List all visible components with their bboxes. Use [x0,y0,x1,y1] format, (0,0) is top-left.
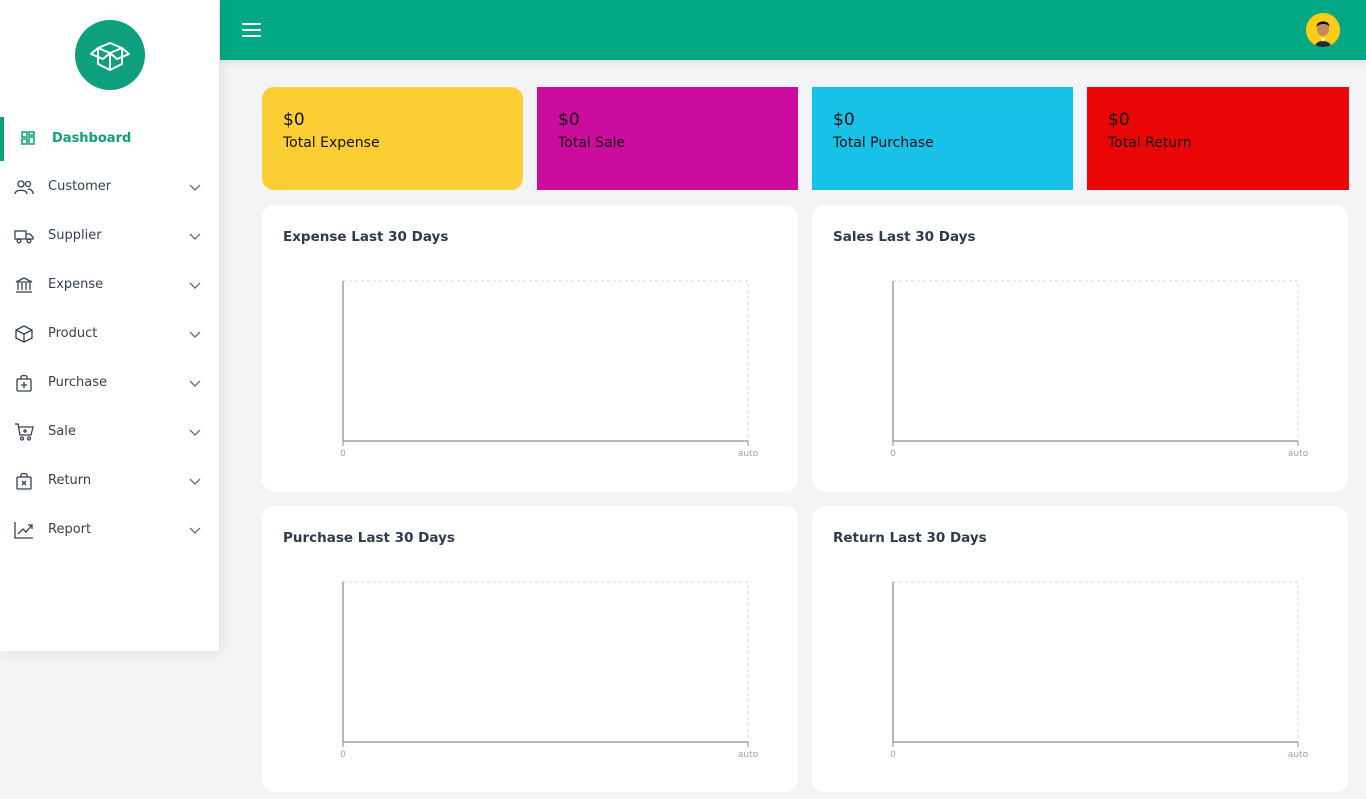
stat-amount: $0 [558,110,580,130]
user-avatar-image [1306,13,1340,47]
stat-label: Total Purchase [833,135,934,151]
active-indicator [0,117,4,161]
chevron-down-icon [189,331,201,338]
chart-card-return: Return Last 30 Days 0 auto [812,506,1348,792]
sidebar-item-label: Sale [48,424,76,439]
x-tick-label: auto [738,449,759,459]
bag-plus-icon [14,373,34,393]
bag-x-icon [14,471,34,491]
user-avatar[interactable] [1306,13,1340,47]
sidebar-item-label: Purchase [48,375,108,390]
x-tick-label: auto [738,750,759,760]
truck-icon [14,226,34,246]
sidebar-item-dashboard[interactable]: Dashboard [0,114,219,162]
sidebar-item-label: Product [48,326,98,341]
sidebar-item-product[interactable]: Product [0,309,219,358]
chevron-down-icon [189,184,201,191]
chart-grid [892,581,1299,743]
box-icon [14,324,34,344]
stat-amount: $0 [833,110,855,130]
sidebar-item-sale[interactable]: Sale [0,407,219,456]
cart-icon [14,422,34,442]
top-bar [220,0,1366,60]
chart-grid [342,280,749,442]
chart-grid [342,581,749,743]
chevron-down-icon [189,478,201,485]
x-tick-label: auto [1288,449,1309,459]
hamburger-icon [242,23,261,25]
stat-card-total-return[interactable]: $0 Total Return [1087,87,1349,190]
chart-card-purchase: Purchase Last 30 Days 0 auto [262,506,798,792]
purchase-chart: 0 auto [340,581,759,760]
stat-label: Total Return [1108,135,1192,151]
x-tick-label: 0 [340,750,346,760]
expense-chart: 0 auto [340,280,759,459]
chevron-down-icon [189,527,201,534]
sidebar-item-supplier[interactable]: Supplier [0,211,219,260]
x-tick-label: 0 [340,449,346,459]
app-logo[interactable] [75,20,145,90]
sidebar-item-return[interactable]: Return [0,456,219,505]
sidebar: Dashboard Customer Supplier Expense Prod… [0,0,219,651]
chevron-down-icon [189,233,201,240]
x-tick-label: auto [1288,750,1309,760]
chart-card-expense: Expense Last 30 Days 0 auto [262,205,798,492]
hamburger-line [242,29,261,31]
sidebar-item-label: Customer [48,179,112,194]
sidebar-item-report[interactable]: Report [0,505,219,554]
sidebar-item-purchase[interactable]: Purchase [0,358,219,407]
sidebar-item-label: Dashboard [52,130,132,146]
x-tick-label: 0 [890,449,896,459]
stat-card-total-purchase[interactable]: $0 Total Purchase [812,87,1073,190]
x-tick-label: 0 [890,750,896,760]
stat-amount: $0 [283,110,305,130]
chevron-down-icon [189,380,201,387]
stat-amount: $0 [1108,110,1130,130]
sidebar-item-customer[interactable]: Customer [0,162,219,211]
box-logo-icon [90,42,130,71]
sales-chart: 0 auto [890,280,1309,459]
hamburger-line [242,35,261,37]
stat-label: Total Expense [283,135,380,151]
chart-card-sales: Sales Last 30 Days 0 auto [812,205,1348,492]
sidebar-item-label: Expense [48,277,104,292]
chart-grid [892,280,1299,442]
sidebar-item-label: Report [48,522,92,537]
menu-toggle-button[interactable] [242,21,261,39]
sidebar-item-expense[interactable]: Expense [0,260,219,309]
sidebar-nav: Dashboard Customer Supplier Expense Prod… [0,114,219,554]
users-icon [14,177,34,197]
stat-label: Total Sale [558,135,626,151]
bank-icon [14,275,34,295]
chart-line-icon [14,520,34,540]
sidebar-item-label: Supplier [48,228,102,243]
stat-card-total-expense[interactable]: $0 Total Expense [262,87,523,190]
return-chart: 0 auto [890,581,1309,760]
sidebar-item-label: Return [48,473,92,488]
stat-card-total-sale[interactable]: $0 Total Sale [537,87,798,190]
chevron-down-icon [189,429,201,436]
dashboard-grid-icon [18,128,38,148]
chevron-down-icon [189,282,201,289]
